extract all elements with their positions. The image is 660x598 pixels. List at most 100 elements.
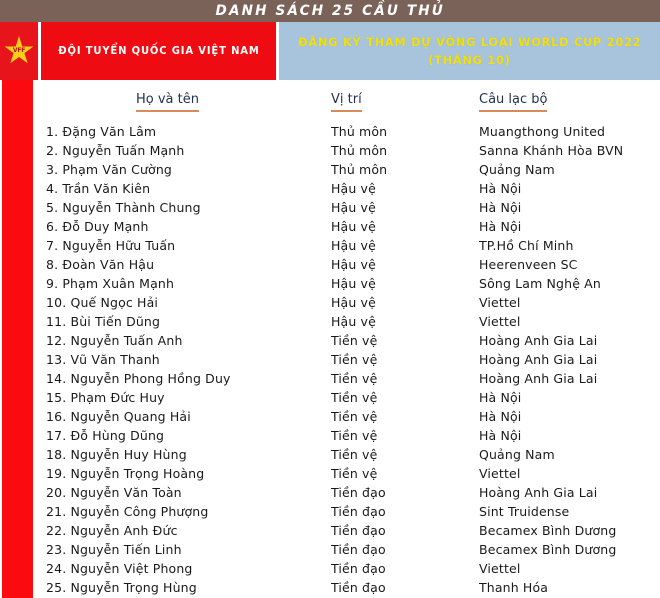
player-index: 7. bbox=[46, 238, 59, 253]
player-position-cell: Tiền vệ bbox=[331, 428, 378, 443]
player-name: Đặng Văn Lâm bbox=[58, 124, 157, 139]
player-club-cell: Viettel bbox=[479, 314, 521, 329]
player-name-cell: 19. Nguyễn Trọng Hoàng bbox=[33, 466, 331, 481]
table-row: 6. Đỗ Duy Mạnh Hậu vệ Hà Nội bbox=[33, 217, 660, 236]
player-position-cell: Tiền đạo bbox=[331, 580, 386, 595]
player-name: Đoàn Văn Hậu bbox=[58, 257, 155, 272]
player-index: 6. bbox=[46, 219, 59, 234]
player-club-cell: Thanh Hóa bbox=[479, 580, 549, 595]
content-area: Họ và tên Vị trí Câu lạc bộ 1. Đặng Văn … bbox=[0, 80, 660, 598]
player-index: 25. bbox=[46, 580, 67, 595]
column-header-club-label: Câu lạc bộ bbox=[479, 92, 548, 112]
column-header-name: Họ và tên bbox=[33, 92, 331, 116]
player-name: Nguyễn Thành Chung bbox=[58, 200, 201, 215]
column-header-position: Vị trí bbox=[331, 92, 471, 116]
player-index: 4. bbox=[46, 181, 59, 196]
player-name-cell: 21. Nguyễn Công Phượng bbox=[33, 504, 331, 519]
player-position-cell: Tiền đạo bbox=[331, 542, 386, 557]
player-position-cell: Tiền vệ bbox=[331, 371, 378, 386]
player-name-cell: 17. Đỗ Hùng Dũng bbox=[33, 428, 331, 443]
top-title-bar: DANH SÁCH 25 CẦU THỦ bbox=[0, 0, 660, 22]
player-index: 17. bbox=[46, 428, 67, 443]
player-index: 21. bbox=[46, 504, 67, 519]
player-index: 23. bbox=[46, 542, 67, 557]
player-name: Nguyễn Quang Hải bbox=[66, 409, 191, 424]
player-name: Đỗ Hùng Dũng bbox=[66, 428, 165, 443]
player-name: Phạm Đức Huy bbox=[66, 390, 165, 405]
player-name: Nguyễn Việt Phong bbox=[66, 561, 193, 576]
vietnam-star-icon: VFF bbox=[4, 36, 34, 66]
player-name: Nguyễn Anh Đức bbox=[66, 523, 178, 538]
player-name-cell: 20. Nguyễn Văn Toàn bbox=[33, 485, 331, 500]
table-row: 18. Nguyễn Huy Hùng Tiền vệ Quảng Nam bbox=[33, 445, 660, 464]
event-banner: ĐĂNG KÝ THAM DỰ VÒNG LOẠI WORLD CUP 2022… bbox=[279, 22, 660, 80]
table-row: 15. Phạm Đức Huy Tiền vệ Hà Nội bbox=[33, 388, 660, 407]
column-header-name-label: Họ và tên bbox=[136, 92, 199, 112]
player-position-cell: Hậu vệ bbox=[331, 257, 376, 272]
column-header-club: Câu lạc bộ bbox=[471, 92, 660, 116]
player-position-cell: Tiền vệ bbox=[331, 447, 378, 462]
player-club-cell: Quảng Nam bbox=[479, 162, 555, 177]
player-club-cell: Sông Lam Nghệ An bbox=[479, 276, 601, 291]
player-position-cell: Hậu vệ bbox=[331, 200, 376, 215]
player-club-cell: Viettel bbox=[479, 295, 521, 310]
team-name-label: ĐỘI TUYỂN QUỐC GIA VIỆT NAM bbox=[57, 45, 260, 57]
player-index: 14. bbox=[46, 371, 67, 386]
player-name-cell: 8. Đoàn Văn Hậu bbox=[33, 257, 331, 272]
player-club-cell: Hà Nội bbox=[479, 390, 522, 405]
table-row: 19. Nguyễn Trọng Hoàng Tiền vệ Viettel bbox=[33, 464, 660, 483]
player-index: 2. bbox=[46, 143, 59, 158]
player-club-cell: Hà Nội bbox=[479, 219, 522, 234]
table-row: 13. Vũ Văn Thanh Tiền vệ Hoàng Anh Gia Lai bbox=[33, 350, 660, 369]
player-club-cell: Viettel bbox=[479, 466, 521, 481]
player-index: 22. bbox=[46, 523, 67, 538]
player-position-cell: Hậu vệ bbox=[331, 314, 376, 329]
player-name-cell: 5. Nguyễn Thành Chung bbox=[33, 200, 331, 215]
player-name-cell: 15. Phạm Đức Huy bbox=[33, 390, 331, 405]
player-position-cell: Tiền vệ bbox=[331, 466, 378, 481]
player-name: Nguyễn Hữu Tuấn bbox=[58, 238, 176, 253]
player-name: Nguyễn Tuấn Anh bbox=[66, 333, 183, 348]
player-position-cell: Tiền đạo bbox=[331, 523, 386, 538]
player-index: 13. bbox=[46, 352, 67, 367]
team-name-banner: ĐỘI TUYỂN QUỐC GIA VIỆT NAM bbox=[41, 22, 276, 80]
table-row: 12. Nguyễn Tuấn Anh Tiền vệ Hoàng Anh Gia … bbox=[33, 331, 660, 350]
player-position-cell: Tiền vệ bbox=[331, 352, 378, 367]
player-club-cell: Hoàng Anh Gia Lai bbox=[479, 371, 598, 386]
player-index: 9. bbox=[46, 276, 59, 291]
player-name: Quế Ngọc Hải bbox=[66, 295, 159, 310]
player-club-cell: Becamex Bình Dương bbox=[479, 523, 617, 538]
player-index: 24. bbox=[46, 561, 67, 576]
player-club-cell: Hà Nội bbox=[479, 181, 522, 196]
player-club-cell: Quảng Nam bbox=[479, 447, 555, 462]
table-row: 9. Phạm Xuân Mạnh Hậu vệ Sông Lam Nghệ An bbox=[33, 274, 660, 293]
player-name-cell: 11. Bùi Tiến Dũng bbox=[33, 314, 331, 329]
table-row: 14. Nguyễn Phong Hồng Duy Tiền vệ Hoàng An… bbox=[33, 369, 660, 388]
event-title-line1: ĐĂNG KÝ THAM DỰ VÒNG LOẠI WORLD CUP 2022 bbox=[297, 35, 642, 49]
player-position-cell: Hậu vệ bbox=[331, 276, 376, 291]
player-club-cell: Heerenveen SC bbox=[479, 257, 578, 272]
player-index: 11. bbox=[46, 314, 67, 329]
player-club-cell: Viettel bbox=[479, 561, 521, 576]
player-name-cell: 3. Phạm Văn Cường bbox=[33, 162, 331, 177]
player-position-cell: Hậu vệ bbox=[331, 219, 376, 234]
player-index: 8. bbox=[46, 257, 59, 272]
table-row: 23. Nguyễn Tiến Linh Tiền đạo Becamex Bình… bbox=[33, 540, 660, 559]
player-name: Bùi Tiến Dũng bbox=[66, 314, 161, 329]
player-position-cell: Thủ môn bbox=[331, 162, 388, 177]
player-position-cell: Tiền vệ bbox=[331, 390, 378, 405]
table-row: 17. Đỗ Hùng Dũng Tiền vệ Hà Nội bbox=[33, 426, 660, 445]
table-row: 24. Nguyễn Việt Phong Tiền đạo Viettel bbox=[33, 559, 660, 578]
player-position-cell: Thủ môn bbox=[331, 124, 388, 139]
player-index: 18. bbox=[46, 447, 67, 462]
player-index: 19. bbox=[46, 466, 67, 481]
player-position-cell: Tiền đạo bbox=[331, 561, 386, 576]
player-name-cell: 9. Phạm Xuân Mạnh bbox=[33, 276, 331, 291]
player-index: 10. bbox=[46, 295, 67, 310]
player-club-cell: Hà Nội bbox=[479, 409, 522, 424]
player-index: 1. bbox=[46, 124, 59, 139]
player-club-cell: Hà Nội bbox=[479, 428, 522, 443]
player-name: Phạm Văn Cường bbox=[58, 162, 172, 177]
player-name-cell: 18. Nguyễn Huy Hùng bbox=[33, 447, 331, 462]
player-name: Nguyễn Trọng Hùng bbox=[66, 580, 197, 595]
